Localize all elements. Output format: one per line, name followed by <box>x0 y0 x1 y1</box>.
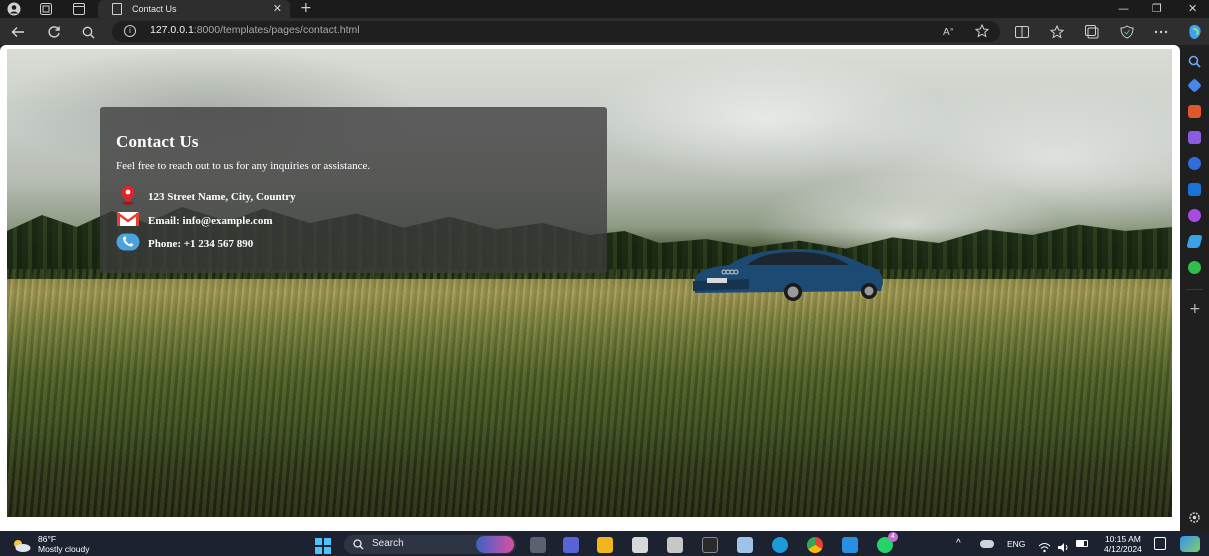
whatsapp-icon[interactable]: 4 <box>877 532 898 553</box>
meadow-grass <box>7 269 1172 517</box>
car-image <box>693 249 883 301</box>
task-view-icon[interactable] <box>530 537 546 553</box>
read-aloud-icon[interactable]: A» <box>940 21 960 41</box>
sidebar-tag-icon[interactable] <box>1187 78 1202 93</box>
profile-icon[interactable] <box>5 1 23 17</box>
browser-essentials-icon[interactable] <box>1117 22 1137 42</box>
weather-widget[interactable]: 86°F Mostly cloudy <box>38 534 90 554</box>
windows-taskbar: 86°F Mostly cloudy Search 4 ^ ENG 10:15 … <box>0 531 1209 556</box>
file-explorer-icon[interactable] <box>597 537 613 553</box>
maximize-button[interactable]: ❐ <box>1152 0 1162 17</box>
search-highlight-icon <box>476 536 514 553</box>
search-icon <box>353 539 364 550</box>
sidebar-tree-icon[interactable] <box>1188 261 1201 274</box>
notification-icon[interactable] <box>1154 537 1166 550</box>
close-window-button[interactable]: ✕ <box>1188 0 1197 17</box>
sidebar-send-icon[interactable] <box>1186 235 1203 248</box>
contact-lead-text: Feel free to reach out to us for any inq… <box>116 160 371 172</box>
start-button[interactable] <box>315 538 331 554</box>
tray-overflow-icon[interactable]: ^ <box>956 538 961 549</box>
contact-title: Contact Us <box>116 132 199 151</box>
taskbar-search[interactable]: Search <box>344 535 516 554</box>
site-info-icon[interactable]: i <box>124 25 136 37</box>
contact-phone[interactable]: Phone: +1 234 567 890 <box>148 238 253 250</box>
sidebar-copilot-icon[interactable] <box>1188 157 1201 170</box>
battery-icon[interactable] <box>1076 540 1088 547</box>
edge-sidebar: + <box>1180 45 1209 531</box>
terminal-icon[interactable] <box>702 537 718 553</box>
language-indicator[interactable]: ENG <box>1007 539 1025 549</box>
sidebar-add-icon[interactable]: + <box>1189 301 1201 317</box>
sidebar-outlook-icon[interactable] <box>1188 183 1201 196</box>
tab-actions-icon[interactable] <box>70 1 88 17</box>
clock-time: 10:15 AM <box>1104 534 1141 544</box>
sidebar-settings-icon[interactable] <box>1188 509 1201 528</box>
back-button[interactable] <box>8 22 28 42</box>
clock[interactable]: 10:15 AM 4/12/2024 <box>1104 534 1142 554</box>
phone-icon <box>116 233 140 256</box>
page-icon <box>112 3 122 15</box>
browser-toolbar: i 127.0.0.1:8000/templates/pages/contact… <box>0 18 1209 45</box>
favorite-star-icon[interactable] <box>972 21 992 41</box>
sidebar-search-icon[interactable] <box>1188 53 1201 68</box>
tab-title: Contact Us <box>132 4 177 14</box>
wifi-icon[interactable] <box>1038 538 1051 556</box>
collections-icon[interactable] <box>1082 22 1102 42</box>
onedrive-cloud-icon[interactable] <box>980 540 994 548</box>
volume-icon[interactable] <box>1057 538 1070 556</box>
tab-contact[interactable]: Contact Us ✕ <box>98 0 290 18</box>
copilot-icon[interactable] <box>1185 22 1205 42</box>
svg-text:A: A <box>943 27 950 37</box>
copilot-taskbar-icon[interactable] <box>1180 536 1200 552</box>
refresh-button[interactable] <box>44 22 64 42</box>
clock-date: 4/12/2024 <box>1104 544 1142 554</box>
weather-temperature: 86°F <box>38 534 57 544</box>
sidebar-divider <box>1186 289 1203 290</box>
contact-card: Contact Us Feel free to reach out to us … <box>100 107 607 273</box>
contact-phone-row: Phone: +1 234 567 890 <box>116 233 253 256</box>
contact-email[interactable]: Email: info@example.com <box>148 215 273 227</box>
more-options-icon[interactable] <box>1151 22 1171 42</box>
url-text[interactable]: 127.0.0.1:8000/templates/pages/contact.h… <box>150 24 360 36</box>
whatsapp-badge: 4 <box>888 532 898 542</box>
location-pin-icon <box>116 185 140 210</box>
weather-cloud-icon[interactable] <box>11 537 31 552</box>
svg-text:»: » <box>950 27 954 33</box>
contact-address: 123 Street Name, City, Country <box>148 191 296 203</box>
minimize-button[interactable]: — <box>1118 0 1129 17</box>
browser-window: Contact Us ✕ + — ❐ ✕ i 127.0.0.1:8000/te… <box>0 0 1209 556</box>
workspaces-icon[interactable] <box>37 1 55 17</box>
contact-address-row: 123 Street Name, City, Country <box>116 185 296 210</box>
sidebar-tools-icon[interactable] <box>1188 105 1201 118</box>
new-tab-button[interactable]: + <box>300 0 312 17</box>
sidebar-designer-icon[interactable] <box>1188 209 1201 222</box>
address-bar[interactable]: i 127.0.0.1:8000/templates/pages/contact… <box>112 21 1000 42</box>
postgres-icon[interactable] <box>737 537 753 553</box>
tab-strip: Contact Us ✕ + — ❐ ✕ <box>0 0 1209 18</box>
chrome-icon[interactable] <box>807 537 823 553</box>
search-icon[interactable] <box>78 22 98 42</box>
store-icon[interactable] <box>632 537 648 553</box>
close-tab-icon[interactable]: ✕ <box>273 2 282 15</box>
favorites-icon[interactable] <box>1047 22 1067 42</box>
vscode-icon[interactable] <box>842 537 858 553</box>
sidebar-games-icon[interactable] <box>1188 131 1201 144</box>
split-screen-icon[interactable] <box>1012 22 1032 42</box>
email-icon <box>116 210 140 233</box>
search-label: Search <box>372 538 404 549</box>
edge-icon[interactable] <box>772 537 788 553</box>
contact-email-row: Email: info@example.com <box>116 211 273 231</box>
notepad-icon[interactable] <box>667 537 683 553</box>
weather-description: Mostly cloudy <box>38 544 90 554</box>
teams-icon[interactable] <box>563 537 579 553</box>
